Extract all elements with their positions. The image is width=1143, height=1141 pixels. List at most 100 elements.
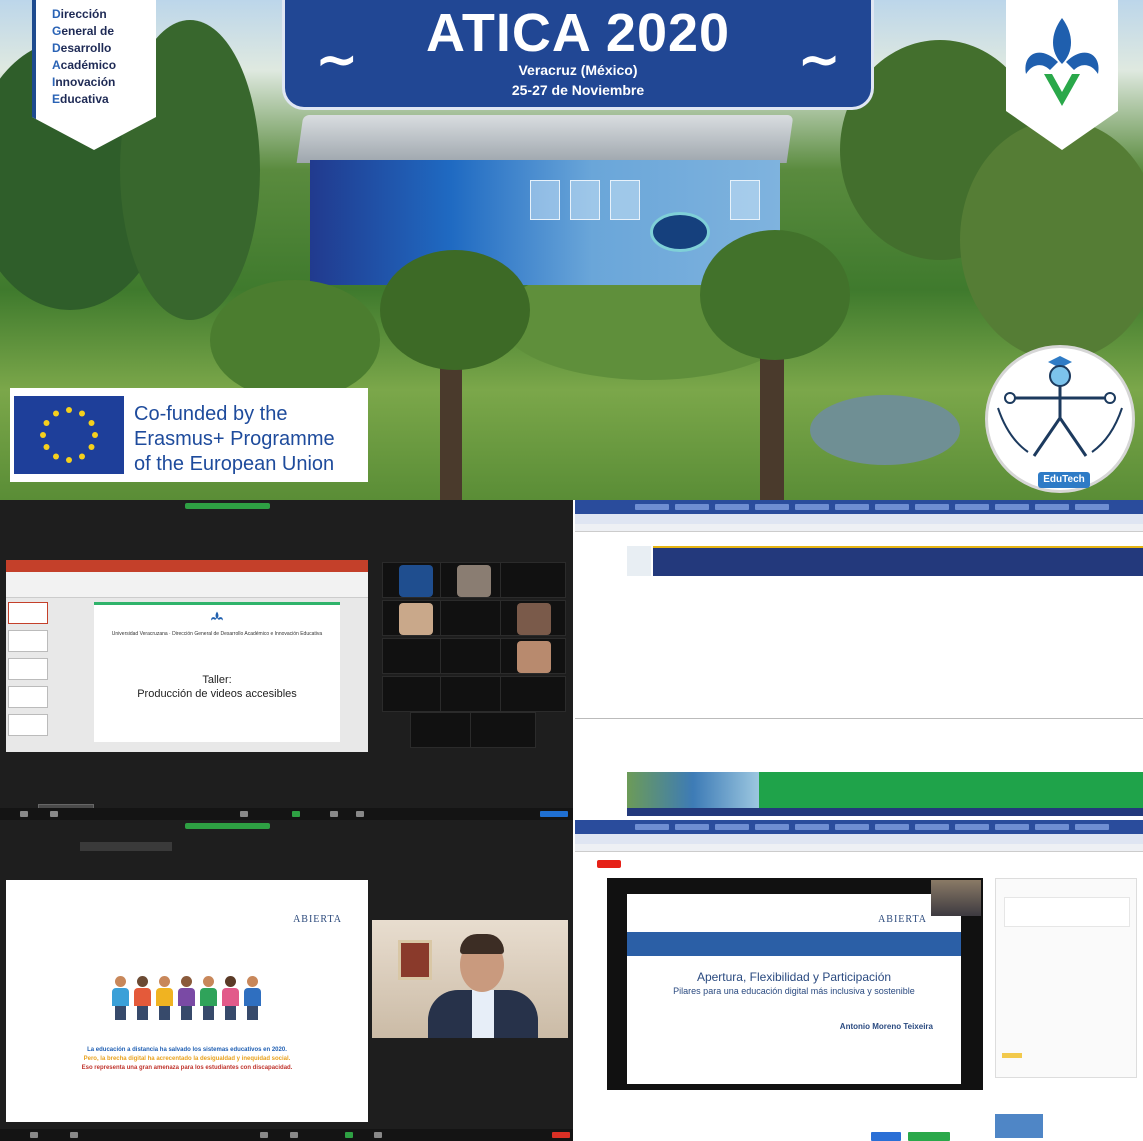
video-icon[interactable] bbox=[50, 811, 58, 817]
participant-tile[interactable] bbox=[440, 638, 506, 674]
browser-tab[interactable] bbox=[1035, 824, 1069, 830]
browser-tab[interactable] bbox=[875, 504, 909, 510]
browser-tab[interactable] bbox=[875, 824, 909, 830]
site-header bbox=[653, 546, 1143, 576]
inclusion-people-illustration bbox=[110, 976, 266, 1020]
participant-tile[interactable] bbox=[500, 638, 566, 674]
browser-tab[interactable] bbox=[995, 504, 1029, 510]
event-place: Veracruz (México) bbox=[518, 62, 638, 78]
video-player[interactable]: ABIERTA Apertura, Flexibilidad y Partici… bbox=[607, 878, 983, 1090]
participant-tile[interactable] bbox=[382, 676, 448, 712]
chat-message bbox=[1002, 1053, 1022, 1058]
dgdai-line: Dirección bbox=[52, 7, 107, 21]
participant-tile[interactable] bbox=[382, 600, 448, 636]
participant-tile[interactable] bbox=[410, 712, 476, 748]
browser-tab[interactable] bbox=[755, 504, 789, 510]
chat-notice bbox=[1004, 897, 1130, 927]
meeting-label bbox=[80, 842, 172, 851]
participant-tile[interactable] bbox=[440, 676, 506, 712]
related-thumbnail[interactable] bbox=[995, 1114, 1043, 1138]
stream-slide: ABIERTA Apertura, Flexibilidad y Partici… bbox=[627, 894, 961, 1084]
window bbox=[570, 180, 600, 220]
palm-crown bbox=[380, 250, 530, 370]
video-icon[interactable] bbox=[70, 1132, 78, 1138]
zoom-toolbar bbox=[0, 1129, 573, 1141]
browser-tab[interactable] bbox=[795, 504, 829, 510]
share-screen-icon[interactable] bbox=[292, 811, 300, 817]
browser-tab[interactable] bbox=[955, 824, 989, 830]
record-icon[interactable] bbox=[330, 811, 338, 817]
related-video[interactable] bbox=[995, 1108, 1137, 1138]
speaker-thumbnail bbox=[931, 880, 981, 916]
youtube-logo-icon[interactable] bbox=[597, 860, 621, 868]
participant-tile[interactable] bbox=[500, 562, 566, 598]
browser-tab[interactable] bbox=[1075, 824, 1109, 830]
dgdai-line: General de bbox=[52, 24, 115, 38]
participant-tile[interactable] bbox=[470, 712, 536, 748]
browser-tab[interactable] bbox=[955, 504, 989, 510]
browser-tab[interactable] bbox=[715, 824, 749, 830]
participants-icon[interactable] bbox=[260, 1132, 268, 1138]
bookmarks-bar bbox=[575, 524, 1143, 532]
subscribe-button[interactable] bbox=[871, 1132, 901, 1141]
participant-tile[interactable] bbox=[440, 562, 506, 598]
site-logo[interactable] bbox=[627, 546, 651, 576]
browser-tab[interactable] bbox=[635, 824, 669, 830]
leave-button[interactable] bbox=[552, 1132, 570, 1138]
page-divider bbox=[575, 718, 1143, 719]
abierta-logo: ABIERTA bbox=[293, 914, 342, 925]
participant-tile[interactable] bbox=[382, 638, 448, 674]
mute-icon[interactable] bbox=[20, 811, 28, 817]
edutech-vitruvian-icon bbox=[997, 356, 1123, 457]
address-bar[interactable] bbox=[575, 514, 1143, 524]
browser-tab[interactable] bbox=[915, 504, 949, 510]
abierta-logo: ABIERTA bbox=[878, 914, 927, 925]
slide-thumbnail bbox=[8, 602, 48, 624]
speaker-video[interactable] bbox=[372, 920, 568, 1038]
zoom-screen-share-ppt: Universidad Veracruzana · Dirección Gene… bbox=[0, 500, 573, 820]
browser-tab[interactable] bbox=[835, 824, 869, 830]
browser-tab[interactable] bbox=[675, 504, 709, 510]
share-screen-icon[interactable] bbox=[345, 1132, 353, 1138]
end-meeting-button[interactable] bbox=[540, 811, 568, 817]
ppt-ribbon bbox=[6, 560, 368, 572]
youtube-live-stream: ABIERTA Apertura, Flexibilidad y Partici… bbox=[575, 820, 1143, 1141]
participant-tile[interactable] bbox=[500, 600, 566, 636]
browser-tab[interactable] bbox=[635, 504, 669, 510]
browser-tab[interactable] bbox=[915, 824, 949, 830]
address-bar[interactable] bbox=[575, 834, 1143, 844]
wall-painting bbox=[398, 940, 432, 980]
browser-tab[interactable] bbox=[715, 504, 749, 510]
talk-author: Antonio Moreno Teixeira bbox=[839, 1022, 933, 1031]
building-roof bbox=[296, 115, 794, 163]
browser-tab[interactable] bbox=[835, 504, 869, 510]
browser-tab[interactable] bbox=[795, 824, 829, 830]
browser-tab[interactable] bbox=[1075, 504, 1109, 510]
browser-tab[interactable] bbox=[1035, 504, 1069, 510]
join-button[interactable] bbox=[908, 1132, 951, 1141]
participant-tile[interactable] bbox=[382, 562, 448, 598]
browser-tab[interactable] bbox=[675, 824, 709, 830]
zoom-toolbar bbox=[0, 808, 573, 820]
participant-tile[interactable] bbox=[500, 676, 566, 712]
edutech-label: EduTech bbox=[1038, 472, 1090, 488]
talk-title: Apertura, Flexibilidad y Participación bbox=[696, 970, 892, 984]
edutech-logo: EduTech bbox=[985, 345, 1135, 493]
dgdai-line: Desarrollo bbox=[52, 41, 112, 55]
record-icon[interactable] bbox=[374, 1132, 382, 1138]
browser-tabs bbox=[575, 500, 1143, 514]
browser-tab[interactable] bbox=[995, 824, 1029, 830]
zoom-presentation-speaker: ABIERTA La educación a distancia ha salv… bbox=[0, 820, 573, 1141]
action-buttons bbox=[871, 1128, 983, 1141]
chat-icon[interactable] bbox=[290, 1132, 298, 1138]
browser-tab[interactable] bbox=[755, 824, 789, 830]
mute-icon[interactable] bbox=[30, 1132, 38, 1138]
reactions-icon[interactable] bbox=[356, 811, 364, 817]
participant-tile[interactable] bbox=[440, 600, 506, 636]
live-chat bbox=[995, 878, 1137, 1078]
participants-icon[interactable] bbox=[240, 811, 248, 817]
conference-banner: Dirección General de Desarrollo Académic… bbox=[0, 0, 1143, 500]
erasmus-text: Co-funded by the Erasmus+ Programme of t… bbox=[134, 402, 368, 477]
quote-line: Eso representa una gran amenaza para los… bbox=[81, 1065, 293, 1071]
pond bbox=[810, 395, 960, 465]
